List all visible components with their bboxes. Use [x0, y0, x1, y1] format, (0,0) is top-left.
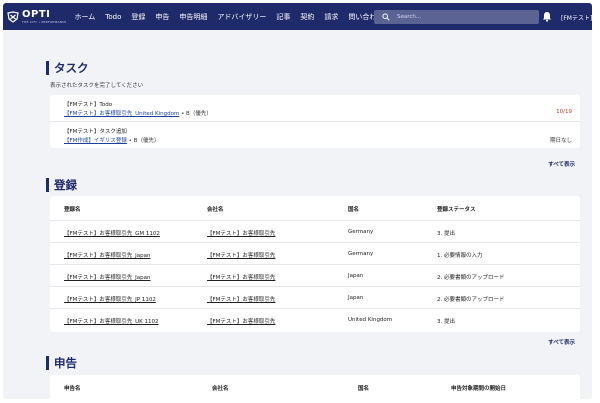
status-cell: 3. 提出: [437, 231, 455, 237]
task-title: 【FMテスト】Todo: [64, 102, 113, 108]
task-item[interactable]: 【FMテスト】タスク追加 【FM作成】イギリス登録 • B（優先） 期日なし: [50, 121, 580, 148]
top-navigation-bar: OPTI THE CITY • PERFORMANCE ホーム Todo 登録 …: [3, 3, 592, 30]
tasks-subtitle: 表示されたタスクを完了してください: [50, 83, 144, 89]
status-cell: 3. 提出: [437, 319, 455, 325]
app-frame: OPTI THE CITY • PERFORMANCE ホーム Todo 登録 …: [3, 3, 592, 399]
task-title: 【FMテスト】タスク追加: [64, 129, 127, 135]
registrations-section-header: 登録: [46, 177, 77, 193]
table-row[interactable]: 【FMテスト】お客様取引先_Japan 【FMテスト】お客様取引先 German…: [50, 242, 580, 264]
task-item[interactable]: 【FMテスト】Todo 【FMテスト】お客様取引先_United Kingdom…: [50, 95, 580, 121]
task-meta: 【FM作成】イギリス登録 • B（優先）: [64, 136, 159, 144]
country-cell: Germany: [348, 229, 374, 235]
registration-name-link[interactable]: 【FMテスト】お客様取引先_UK 1102: [64, 317, 159, 325]
tasks-card: 【FMテスト】Todo 【FMテスト】お客様取引先_United Kingdom…: [50, 95, 580, 148]
company-name-link[interactable]: 【FMテスト】お客様取引先: [207, 317, 275, 325]
country-cell: United Kingdom: [348, 317, 393, 323]
section-accent-bar: [46, 356, 49, 370]
column-header-registration-name[interactable]: 登録名: [64, 205, 81, 213]
menu-item-contracts[interactable]: 契約: [300, 12, 314, 22]
section-accent-bar: [46, 178, 49, 192]
registrations-table: 登録名 会社名 国名 登録ステータス 【FMテスト】お客様取引先_GM 1102…: [50, 196, 580, 332]
section-accent-bar: [46, 61, 49, 75]
tasks-section-header: タスク: [46, 60, 89, 76]
task-priority: • B（優先）: [181, 111, 212, 117]
task-related-link[interactable]: 【FMテスト】お客様取引先_United Kingdom: [64, 111, 179, 117]
column-header-registration-status[interactable]: 登録ステータス: [437, 205, 476, 213]
company-name-link[interactable]: 【FMテスト】お客様取引先: [207, 295, 275, 303]
logo-tagline: THE CITY • PERFORMANCE: [22, 19, 67, 24]
table-row[interactable]: 【FMテスト】お客様取引先_UK 1102 【FMテスト】お客様取引先 Unit…: [50, 308, 580, 330]
tasks-title: タスク: [54, 61, 89, 75]
search-icon: [382, 13, 390, 21]
company-name-link[interactable]: 【FMテスト】お客様取引先: [207, 251, 275, 259]
notification-bell-icon[interactable]: [542, 11, 552, 22]
menu-item-declaration-details[interactable]: 申告明細: [179, 12, 207, 22]
status-cell: 1. 必要情報の入力: [437, 253, 483, 259]
column-header-period-start-date[interactable]: 申告対象期間の開始日: [451, 384, 506, 392]
status-cell: 2. 必要書類のアップロード: [437, 275, 505, 281]
menu-item-registration[interactable]: 登録: [131, 12, 145, 22]
registration-name-link[interactable]: 【FMテスト】お客様取引先_Japan: [64, 251, 151, 259]
task-due-date: 10/19: [556, 109, 572, 115]
task-priority: • B（優先）: [128, 138, 160, 144]
opti-logo-icon: [7, 10, 19, 23]
declarations-section-header: 申告: [46, 355, 77, 371]
table-row[interactable]: 【FMテスト】お客様取引先_GM 1102 【FMテスト】お客様取引先 Germ…: [50, 220, 580, 242]
column-header-country[interactable]: 国名: [348, 205, 359, 213]
company-name-link[interactable]: 【FMテスト】お客様取引先: [207, 273, 275, 281]
table-row[interactable]: 【FMテスト】お客様取引先_Japan 【FMテスト】お客様取引先 Japan …: [50, 264, 580, 286]
search-input[interactable]: [397, 14, 537, 20]
menu-item-billing[interactable]: 請求: [324, 12, 338, 22]
column-header-country[interactable]: 国名: [358, 384, 369, 392]
column-header-declaration-name[interactable]: 申告名: [64, 384, 81, 392]
menu-item-advisory[interactable]: アドバイザリー: [217, 12, 266, 22]
task-related-link[interactable]: 【FM作成】イギリス登録: [64, 138, 127, 144]
column-header-company-name[interactable]: 会社名: [212, 384, 229, 392]
task-meta: 【FMテスト】お客様取引先_United Kingdom • B（優先）: [64, 109, 212, 117]
company-name-link[interactable]: 【FMテスト】お客様取引先: [207, 229, 275, 237]
status-cell: 2. 必要書類のアップロード: [437, 297, 505, 303]
opti-logo[interactable]: OPTI THE CITY • PERFORMANCE: [7, 8, 67, 24]
table-row[interactable]: 【FMテスト】お客様取引先_JP 1102 【FMテスト】お客様取引先 Japa…: [50, 286, 580, 308]
registration-name-link[interactable]: 【FMテスト】お客様取引先_GM 1102: [64, 229, 160, 237]
country-cell: Japan: [348, 273, 364, 279]
registrations-show-all-link[interactable]: すべて表示: [548, 338, 575, 346]
registration-name-link[interactable]: 【FMテスト】お客様取引先_JP 1102: [64, 295, 156, 303]
column-header-company-name[interactable]: 会社名: [207, 205, 224, 213]
registration-name-link[interactable]: 【FMテスト】お客様取引先_Japan: [64, 273, 151, 281]
user-menu[interactable]: [FMテスト]: [561, 13, 592, 22]
menu-item-home[interactable]: ホーム: [75, 12, 96, 22]
country-cell: Germany: [348, 251, 374, 257]
logo-wordmark: OPTI: [22, 8, 51, 20]
country-cell: Japan: [348, 295, 364, 301]
search-box[interactable]: [374, 10, 539, 24]
menu-item-articles[interactable]: 記事: [276, 12, 290, 22]
declarations-table: 申告名 会社名 国名 申告対象期間の開始日: [50, 375, 580, 399]
registrations-title: 登録: [54, 178, 77, 192]
menu-item-todo[interactable]: Todo: [105, 13, 121, 21]
tasks-show-all-link[interactable]: すべて表示: [548, 160, 575, 168]
main-menu: ホーム Todo 登録 申告 申告明細 アドバイザリー 記事 契約 請求 問い合…: [75, 12, 403, 22]
declarations-title: 申告: [54, 356, 77, 370]
task-due-date: 期日なし: [549, 138, 572, 144]
menu-item-declaration[interactable]: 申告: [155, 12, 169, 22]
